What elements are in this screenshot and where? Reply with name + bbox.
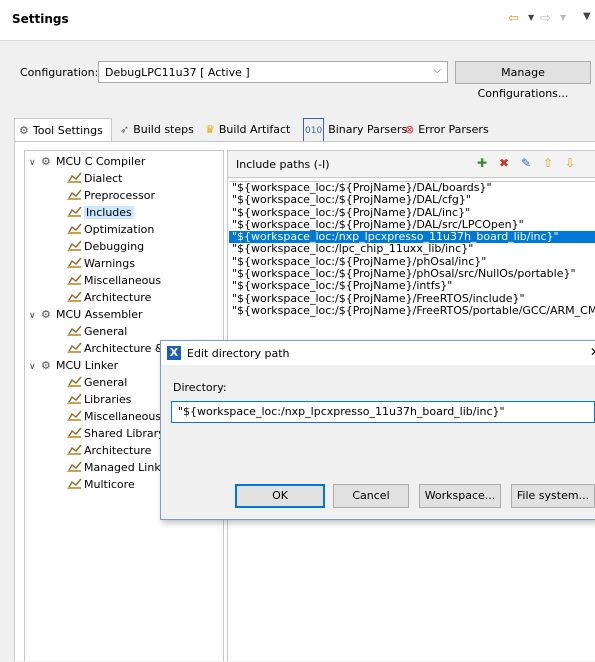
cancel-button[interactable]: Cancel (333, 484, 409, 508)
move-down-icon[interactable]: ⇩ (562, 156, 578, 171)
tool-option-icon (67, 223, 84, 235)
tree-item-general[interactable]: General (67, 323, 127, 340)
tree-item-multicore[interactable]: Multicore (67, 476, 135, 493)
tree-item-architecture[interactable]: Architecture (67, 442, 151, 459)
configuration-select[interactable]: DebugLPC11u37 [ Active ] ⌵ (98, 61, 448, 83)
workspace-button[interactable]: Workspace... (419, 484, 501, 508)
build-artifact-icon: ♛ (205, 123, 215, 136)
tab-binary-parsers[interactable]: 010 Binary Parsers (299, 118, 411, 144)
back-dropdown-icon[interactable]: ▼ (528, 13, 534, 22)
chevron-down-icon: ⌵ (433, 65, 441, 76)
tab-build-artifact[interactable]: ♛ Build Artifact (201, 118, 294, 142)
gear-icon: ⚙ (41, 359, 51, 372)
tree-item-mcu-c-compiler[interactable]: ∨ ⚙ MCU C Compiler (29, 153, 145, 170)
move-up-icon[interactable]: ⇧ (540, 156, 556, 171)
tool-option-icon (67, 291, 84, 303)
tool-option-icon (67, 427, 84, 439)
tool-option-icon (67, 376, 84, 388)
include-paths-header: Include paths (-I) ✚ ✖ ✎ ⇧ ⇩ (228, 151, 595, 178)
edit-directory-dialog: X Edit directory path ✕ Directory: "${wo… (160, 340, 595, 520)
tool-option-icon (67, 172, 84, 184)
edit-path-icon[interactable]: ✎ (518, 156, 534, 171)
forward-dropdown-icon[interactable]: ▼ (560, 13, 566, 22)
back-icon[interactable]: ⇦ (508, 11, 519, 26)
tool-option-icon (67, 257, 84, 269)
expand-chevron-icon[interactable]: ∨ (29, 155, 41, 172)
tree-item-mcu-assembler[interactable]: ∨ ⚙ MCU Assembler (29, 306, 143, 323)
view-menu-icon[interactable]: ▼ (583, 11, 591, 22)
gear-icon: ⚙ (41, 155, 51, 168)
configuration-label: Configuration: (20, 66, 99, 79)
tab-build-steps[interactable]: ➶ Build steps (116, 118, 198, 142)
list-item[interactable]: "${workspace_loc:/${ProjName}/FreeRTOS/p… (229, 304, 595, 317)
tree-item-architecture-and[interactable]: Architecture & (67, 340, 163, 357)
directory-input[interactable]: "${workspace_loc:/nxp_lpcxpresso_11u37h_… (171, 401, 595, 423)
tab-bar: ⚙ Tool Settings ➶ Build steps ♛ Build Artif… (14, 118, 595, 144)
tool-option-icon (67, 410, 84, 422)
tool-option-icon (67, 444, 84, 456)
tool-settings-icon: ⚙ (19, 124, 29, 137)
gear-icon: ⚙ (41, 308, 51, 321)
tab-tool-settings[interactable]: ⚙ Tool Settings (14, 118, 112, 142)
tree-item-managed-link[interactable]: Managed Link (67, 459, 161, 476)
tab-error-parsers[interactable]: ⊗ Error Parsers (401, 118, 493, 142)
page-header: Settings ⇦ ▼ ⇨ ▼ ▼ (0, 0, 595, 41)
build-steps-icon: ➶ (120, 123, 130, 136)
directory-label: Directory: (173, 381, 227, 394)
list-item[interactable]: "${workspace_loc:/${ProjName}/DAL/cfg}" (229, 193, 595, 206)
tree-item-general[interactable]: General (67, 374, 127, 391)
error-parsers-icon: ⊗ (405, 123, 415, 136)
tool-option-icon (67, 478, 84, 490)
dialog-title: Edit directory path (187, 347, 290, 360)
forward-icon[interactable]: ⇨ (540, 11, 551, 26)
expand-chevron-icon[interactable]: ∨ (29, 359, 41, 376)
tool-option-icon (67, 325, 84, 337)
tree-item-libraries[interactable]: Libraries (67, 391, 132, 408)
tree-item-architecture[interactable]: Architecture (67, 289, 151, 306)
tree-item-dialect[interactable]: Dialect (67, 170, 122, 187)
tree-item-debugging[interactable]: Debugging (67, 238, 144, 255)
delete-path-icon[interactable]: ✖ (496, 156, 512, 171)
ok-button[interactable]: OK (235, 484, 325, 508)
file-system-button[interactable]: File system... (511, 484, 595, 508)
page-title: Settings (12, 12, 69, 26)
expand-chevron-icon[interactable]: ∨ (29, 308, 41, 325)
include-paths-title: Include paths (-I) (236, 158, 330, 171)
tool-option-icon (67, 461, 84, 473)
close-icon[interactable]: ✕ (590, 345, 595, 359)
tool-option-icon (67, 393, 84, 405)
manage-configurations-button[interactable]: Manage Configurations... (455, 61, 591, 100)
add-path-icon[interactable]: ✚ (474, 156, 490, 171)
dialog-titlebar[interactable]: X Edit directory path ✕ (161, 341, 595, 365)
tool-option-icon (67, 206, 84, 218)
tool-option-icon (67, 274, 84, 286)
tree-item-miscellaneous[interactable]: Miscellaneous (67, 408, 161, 425)
tree-item-miscellaneous[interactable]: Miscellaneous (67, 272, 161, 289)
tree-item-includes[interactable]: Includes (67, 204, 134, 221)
list-item[interactable]: "${workspace_loc:/lpc_chip_11uxx_lib/inc… (229, 243, 595, 256)
tree-item-optimization[interactable]: Optimization (67, 221, 154, 238)
tool-option-icon (67, 342, 84, 354)
tree-item-warnings[interactable]: Warnings (67, 255, 135, 272)
tree-item-shared-library[interactable]: Shared Library (67, 425, 165, 442)
tree-item-mcu-linker[interactable]: ∨ ⚙ MCU Linker (29, 357, 118, 374)
configuration-value: DebugLPC11u37 [ Active ] (105, 66, 250, 79)
dialog-app-icon: X (167, 346, 181, 360)
tool-option-icon (67, 240, 84, 252)
list-item[interactable]: "${workspace_loc:/${ProjName}/intfs}" (229, 280, 595, 293)
tree-item-preprocessor[interactable]: Preprocessor (67, 187, 155, 204)
tool-option-icon (67, 189, 84, 201)
